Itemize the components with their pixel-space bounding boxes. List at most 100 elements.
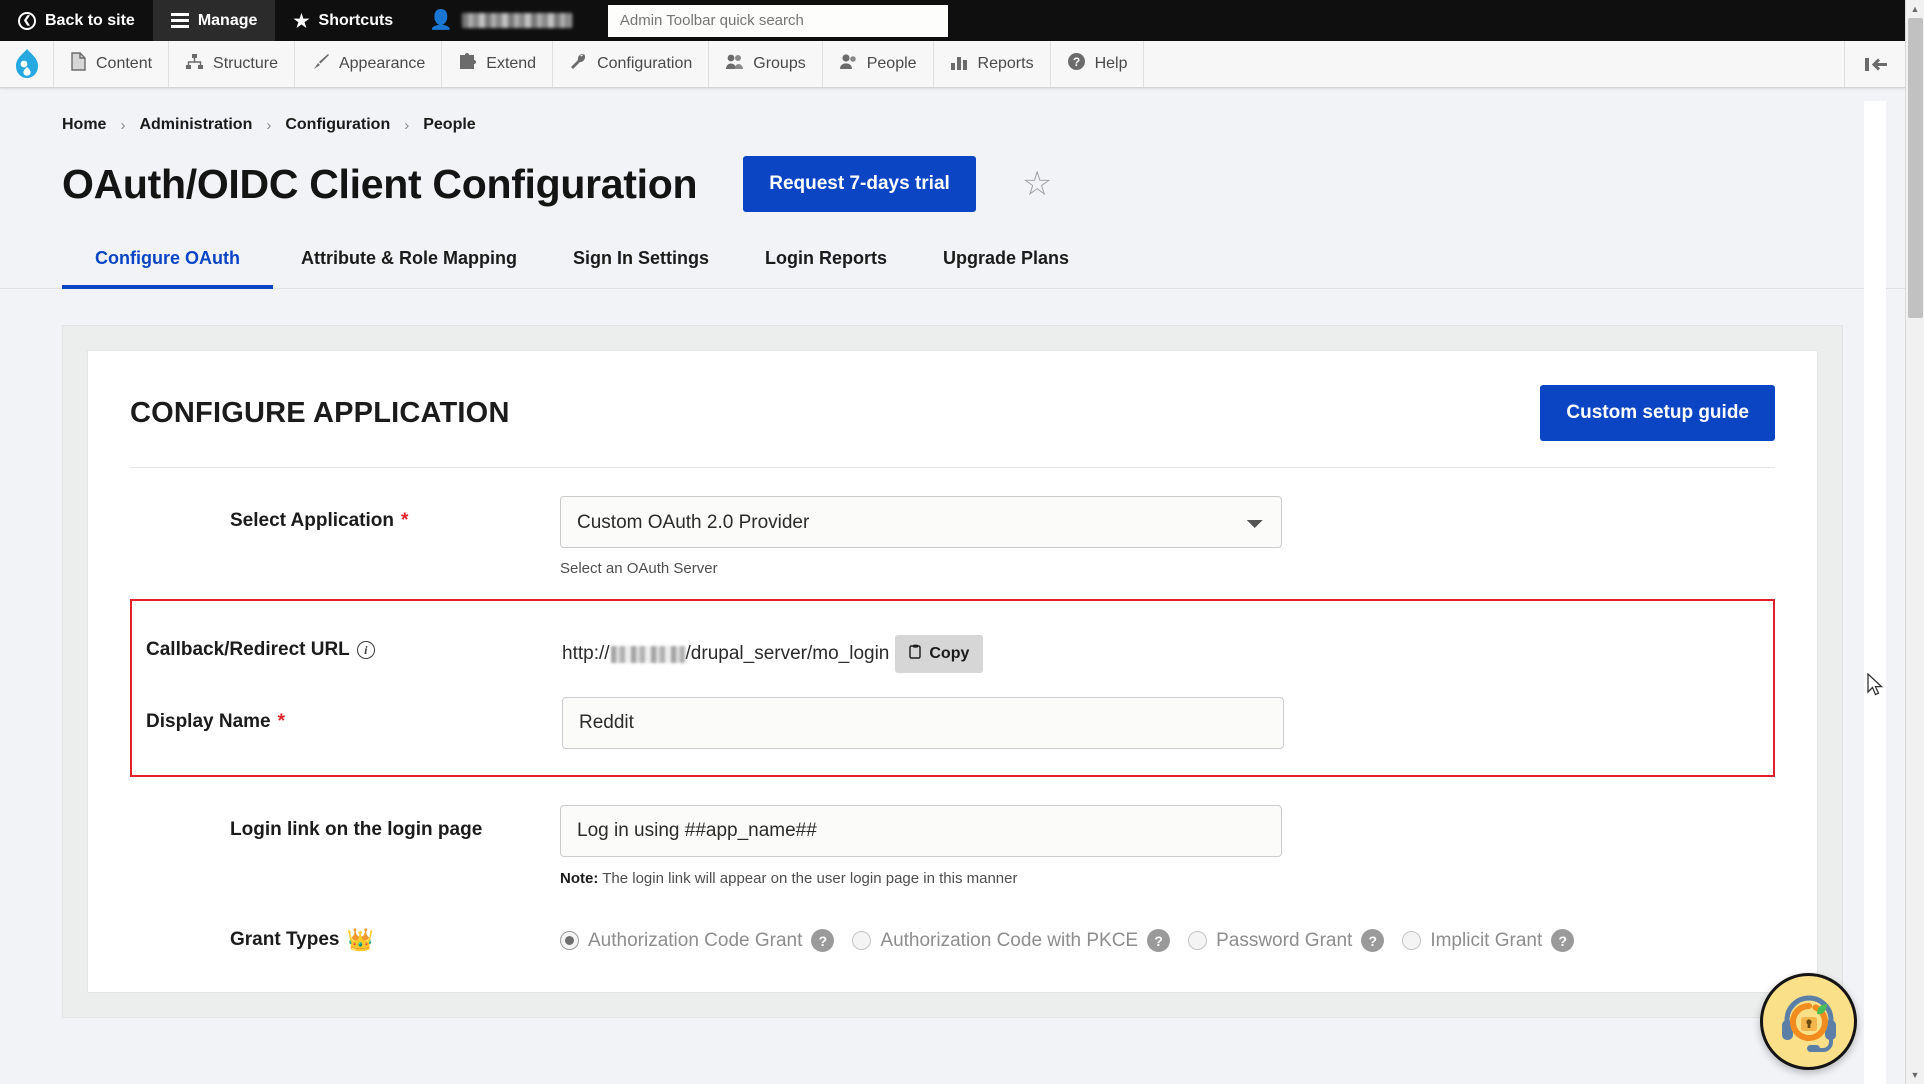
manage-label: Manage — [197, 11, 258, 29]
login-link-note: Note: The login link will appear on the … — [560, 857, 1282, 887]
tab-configure-oauth[interactable]: Configure OAuth — [62, 248, 273, 289]
note-prefix: Note: — [560, 870, 599, 887]
menu-label: Help — [1094, 55, 1128, 72]
support-widget-button[interactable] — [1760, 973, 1857, 1070]
paintbrush-icon — [311, 52, 330, 76]
display-name-input[interactable] — [562, 697, 1284, 749]
menu-item-help[interactable]: ? Help — [1051, 41, 1145, 87]
tab-login-reports[interactable]: Login Reports — [737, 248, 915, 289]
shortcuts-button[interactable]: ★ Shortcuts — [275, 0, 411, 41]
sitemap-icon — [185, 53, 204, 75]
breadcrumb-item-administration[interactable]: Administration — [139, 116, 252, 134]
help-icon[interactable]: ? — [811, 929, 835, 952]
grant-types-row: Grant Types 👑 Authorization Code Grant ? — [130, 887, 1775, 952]
login-link-label: Login link on the login page — [130, 805, 560, 841]
menu-label: Reports — [977, 55, 1034, 72]
help-icon[interactable]: ? — [1147, 929, 1171, 952]
tab-upgrade-plans[interactable]: Upgrade Plans — [915, 248, 1097, 289]
grant-types-label-text: Grant Types — [230, 929, 340, 950]
copy-callback-url-button[interactable]: Copy — [895, 635, 984, 673]
scroll-down-arrow[interactable]: ▼ — [1906, 1066, 1924, 1084]
chevron-left-icon: ❮ — [18, 11, 36, 30]
select-application-helper: Select an OAuth Server — [560, 560, 718, 577]
star-outline-icon[interactable]: ☆ — [1022, 167, 1052, 201]
grant-option-password[interactable]: Password Grant ? — [1188, 929, 1385, 952]
tab-sign-in-settings[interactable]: Sign In Settings — [545, 248, 737, 289]
menu-label: Configuration — [597, 55, 693, 72]
menu-label: Appearance — [338, 55, 426, 72]
user-account-button[interactable]: 👤 — [411, 0, 590, 41]
note-text: The login link will appear on the user l… — [602, 870, 1018, 887]
radio-icon[interactable] — [560, 931, 579, 950]
configure-application-panel: CONFIGURE APPLICATION Custom setup guide… — [62, 325, 1843, 1018]
menu-label: Content — [96, 55, 153, 72]
menu-label: People — [866, 55, 917, 72]
wrench-icon — [569, 52, 588, 76]
login-link-row: Login link on the login page Note: The l… — [130, 777, 1775, 887]
collapse-toolbar-icon — [1865, 58, 1887, 71]
help-icon[interactable]: ? — [1361, 929, 1385, 952]
menu-item-content[interactable]: Content — [54, 41, 170, 87]
select-application-dropdown[interactable]: Custom OAuth 2.0 Provider — [560, 496, 1282, 548]
menu-label: Groups — [753, 55, 806, 72]
breadcrumb-item-configuration[interactable]: Configuration — [285, 116, 390, 134]
menu-item-groups[interactable]: Groups — [709, 41, 823, 87]
info-circle-icon[interactable]: i — [356, 641, 375, 659]
breadcrumb-item-home[interactable]: Home — [62, 116, 106, 134]
drupal-logo[interactable] — [0, 41, 54, 87]
radio-icon[interactable] — [1402, 931, 1422, 950]
menu-item-configuration[interactable]: Configuration — [553, 41, 710, 87]
login-link-field: Note: The login link will appear on the … — [560, 805, 1282, 887]
mouse-cursor — [1867, 673, 1884, 696]
grant-label: Authorization Code Grant — [588, 929, 803, 951]
menu-item-extend[interactable]: Extend — [442, 41, 554, 87]
copy-label: Copy — [929, 645, 970, 662]
grant-option-authorization-code[interactable]: Authorization Code Grant ? — [560, 929, 835, 952]
breadcrumb-item-people[interactable]: People — [423, 116, 475, 134]
collapse-toolbar-button[interactable] — [1845, 41, 1905, 87]
display-name-row: Display Name * — [132, 673, 1773, 749]
grant-types-label: Grant Types 👑 — [130, 915, 560, 951]
required-marker: * — [277, 711, 286, 732]
headset-lock-support-icon — [1781, 995, 1836, 1052]
bar-chart-icon — [950, 53, 969, 75]
callback-url-host-redacted — [610, 645, 685, 663]
page-scrollbar[interactable]: ▲ ▼ — [1905, 0, 1924, 1084]
callback-url-label-text: Callback/Redirect URL — [146, 639, 350, 660]
page-header: OAuth/OIDC Client Configuration Request … — [0, 134, 1905, 212]
scroll-up-arrow[interactable]: ▲ — [1906, 0, 1924, 18]
display-name-label-text: Display Name — [146, 711, 271, 732]
document-icon — [70, 52, 87, 76]
breadcrumb-separator: › — [266, 116, 272, 134]
scrollbar-thumb[interactable] — [1908, 18, 1923, 318]
breadcrumb-separator: › — [404, 116, 410, 134]
display-name-field — [562, 697, 1284, 749]
admin-search-input[interactable] — [607, 4, 948, 37]
card-header: CONFIGURE APPLICATION Custom setup guide — [130, 385, 1775, 468]
page-right-gutter — [1864, 101, 1886, 1084]
grant-option-pkce[interactable]: Authorization Code with PKCE ? — [852, 929, 1171, 952]
radio-icon[interactable] — [1188, 931, 1208, 950]
help-icon[interactable]: ? — [1551, 929, 1575, 952]
grant-option-implicit[interactable]: Implicit Grant ? — [1402, 929, 1575, 952]
grant-label: Authorization Code with PKCE — [880, 929, 1139, 951]
crown-icon: 👑 — [346, 927, 374, 952]
tab-attribute-role-mapping[interactable]: Attribute & Role Mapping — [273, 248, 545, 289]
callback-url-suffix: /drupal_server/mo_login — [685, 643, 890, 664]
breadcrumb-separator: › — [120, 116, 126, 134]
clipboard-icon — [909, 644, 922, 664]
menu-item-reports[interactable]: Reports — [934, 41, 1051, 87]
menu-item-people[interactable]: People — [823, 41, 934, 87]
menu-item-appearance[interactable]: Appearance — [295, 41, 443, 87]
custom-setup-guide-button[interactable]: Custom setup guide — [1540, 385, 1775, 441]
manage-button[interactable]: Manage — [152, 0, 276, 41]
users-icon — [839, 52, 858, 76]
person-icon: 👤 — [429, 10, 453, 31]
back-to-site-button[interactable]: ❮ Back to site — [0, 0, 153, 41]
radio-icon[interactable] — [852, 931, 872, 950]
request-trial-button[interactable]: Request 7-days trial — [743, 156, 976, 212]
back-to-site-label: Back to site — [45, 11, 135, 29]
login-link-input[interactable] — [560, 805, 1282, 857]
people-icon — [725, 52, 744, 76]
menu-item-structure[interactable]: Structure — [169, 41, 295, 87]
